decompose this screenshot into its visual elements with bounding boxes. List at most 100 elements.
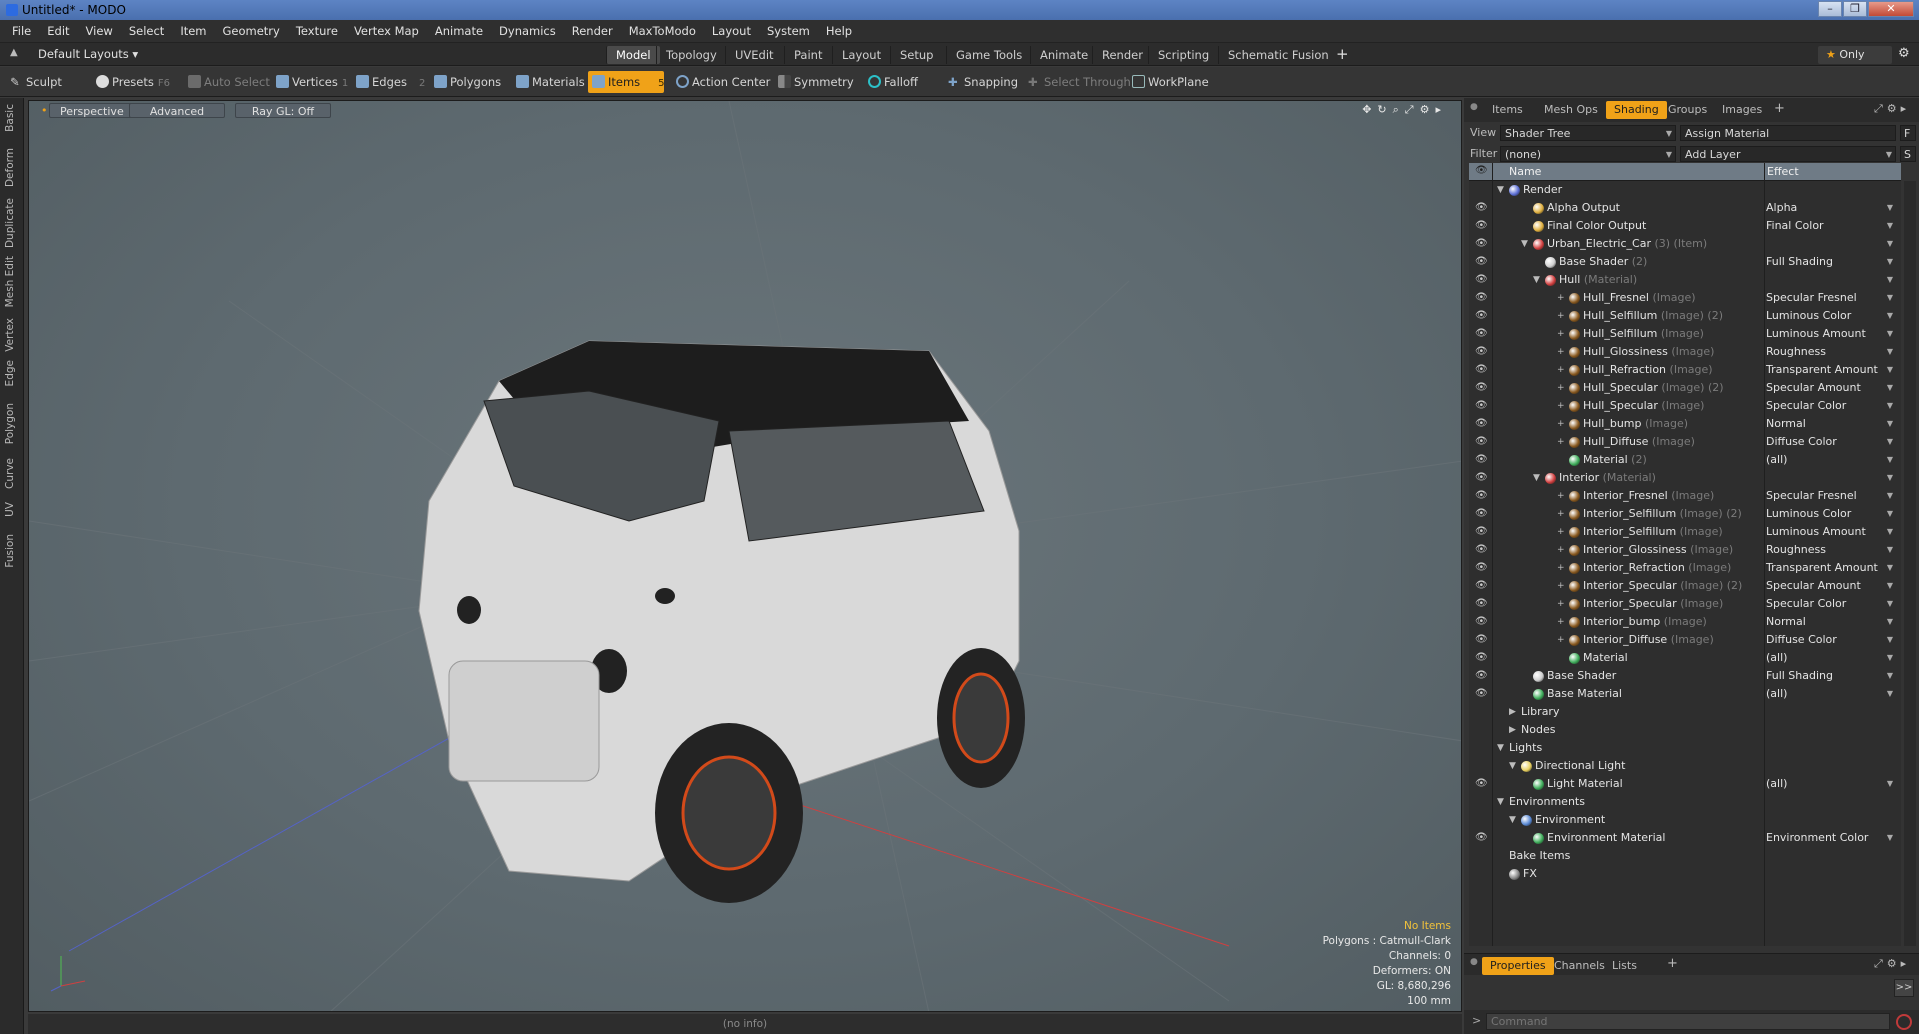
workplane-button[interactable]: WorkPlane: [1128, 71, 1215, 93]
tree-item-effect[interactable]: Specular Color ▼: [1766, 397, 1899, 415]
bottom-tab-channels[interactable]: Channels: [1546, 957, 1613, 975]
tree-item-effect[interactable]: Specular Color ▼: [1766, 595, 1899, 613]
filter-dropdown[interactable]: (none) ▼: [1500, 146, 1676, 162]
tree-item-effect[interactable]: Luminous Color ▼: [1766, 505, 1899, 523]
expand-plus-icon[interactable]: +: [1557, 397, 1567, 415]
add-layout-button[interactable]: +: [1336, 45, 1349, 63]
tree-row[interactable]: ▼ Environments: [1469, 793, 1901, 811]
left-tab-polygon[interactable]: Polygon: [4, 403, 20, 444]
tree-item-effect[interactable]: Specular Fresnel ▼: [1766, 487, 1899, 505]
assign-material-field[interactable]: Assign Material: [1680, 125, 1896, 141]
tree-row[interactable]: 👁 + Interior_Selfillum (Image) (2) Luminous…: [1469, 505, 1901, 523]
materials-button[interactable]: Materials: [512, 71, 591, 93]
expand-arrow-icon[interactable]: ▶: [1509, 721, 1519, 739]
tree-row[interactable]: 👁 + Hull_Selfillum (Image) Luminous Amount ▼: [1469, 325, 1901, 343]
tree-item-effect[interactable]: Environment Color ▼: [1766, 829, 1899, 847]
left-tab-fusion[interactable]: Fusion: [4, 534, 20, 568]
tree-item-effect[interactable]: (all) ▼: [1766, 775, 1899, 793]
maximize-button[interactable]: ❐: [1843, 1, 1867, 17]
expand-plus-icon[interactable]: +: [1557, 559, 1567, 577]
default-layouts-dropdown[interactable]: Default Layouts ▾: [38, 47, 138, 61]
panel-tab-shading[interactable]: Shading: [1606, 101, 1667, 119]
expand-arrow-icon[interactable]: ▼: [1533, 469, 1543, 487]
panel-options-icons[interactable]: ⤢⚙▸: [1874, 102, 1910, 116]
tree-row[interactable]: 👁 Light Material (all) ▼: [1469, 775, 1901, 793]
select-through-button[interactable]: ✚ Select Through: [1024, 71, 1137, 93]
tree-row[interactable]: 👁 + Hull_Refraction (Image) Transparent Amo…: [1469, 361, 1901, 379]
gear-icon[interactable]: ⚙: [1898, 46, 1910, 61]
expand-plus-icon[interactable]: +: [1557, 631, 1567, 649]
tree-item-effect[interactable]: Transparent Amount ▼: [1766, 559, 1899, 577]
tree-item-effect[interactable]: Full Shading ▼: [1766, 667, 1899, 685]
add-bottom-tab-button[interactable]: +: [1667, 956, 1678, 971]
tree-item-effect[interactable]: (all) ▼: [1766, 685, 1899, 703]
tree-item-effect[interactable]: Specular Amount ▼: [1766, 379, 1899, 397]
tree-row[interactable]: 👁 + Interior_Glossiness (Image) Roughness ▼: [1469, 541, 1901, 559]
tree-item-effect[interactable]: Diffuse Color ▼: [1766, 433, 1899, 451]
sculpt-button[interactable]: ✎ Sculpt: [6, 71, 68, 93]
command-input[interactable]: [1486, 1013, 1890, 1030]
panel-tab-items[interactable]: Items: [1484, 101, 1531, 119]
name-column-header[interactable]: Name: [1509, 165, 1541, 178]
eye-icon[interactable]: 👁: [1475, 472, 1488, 484]
tree-item-effect[interactable]: Roughness ▼: [1766, 343, 1899, 361]
action-center-button[interactable]: Action Center: [672, 71, 776, 93]
eye-icon[interactable]: 👁: [1475, 580, 1488, 592]
expand-plus-icon[interactable]: +: [1557, 415, 1567, 433]
tree-row[interactable]: 👁 + Hull_Specular (Image) (2) Specular Amou…: [1469, 379, 1901, 397]
tab-scripting[interactable]: Scripting: [1148, 46, 1218, 64]
tree-item-effect[interactable]: Normal ▼: [1766, 415, 1899, 433]
expand-plus-icon[interactable]: +: [1557, 577, 1567, 595]
tree-row[interactable]: 👁 + Hull_Fresnel (Image) Specular Fresnel ▼: [1469, 289, 1901, 307]
tree-row[interactable]: 👁 ▼ Interior (Material) ▼: [1469, 469, 1901, 487]
raygl-button[interactable]: Ray GL: Off: [235, 103, 331, 118]
expand-arrow-icon[interactable]: ▼: [1497, 793, 1507, 811]
expand-arrow-icon[interactable]: ▼: [1509, 811, 1519, 829]
bottom-tab-properties[interactable]: Properties: [1482, 957, 1554, 975]
tree-item-effect[interactable]: Roughness ▼: [1766, 541, 1899, 559]
eye-icon[interactable]: 👁: [1475, 256, 1488, 268]
panel-tab-images[interactable]: Images: [1714, 101, 1770, 119]
tree-row[interactable]: 👁 + Interior_Refraction (Image) Transparent…: [1469, 559, 1901, 577]
expand-arrow-icon[interactable]: ▼: [1509, 757, 1519, 775]
expand-button[interactable]: >>: [1894, 979, 1914, 997]
tree-row[interactable]: 👁 + Interior_Diffuse (Image) Diffuse Color ▼: [1469, 631, 1901, 649]
add-panel-tab-button[interactable]: +: [1774, 101, 1785, 116]
tree-row[interactable]: 👁 + Interior_Fresnel (Image) Specular Fresn…: [1469, 487, 1901, 505]
eye-icon[interactable]: 👁: [1475, 292, 1488, 304]
tree-row[interactable]: 👁 Material (2) (all) ▼: [1469, 451, 1901, 469]
tree-row[interactable]: 👁 ▼ Urban_Electric_Car (3) (Item) ▼: [1469, 235, 1901, 253]
auto-select-button[interactable]: Auto Select: [184, 71, 276, 93]
items-button[interactable]: Items 5: [588, 71, 665, 93]
tree-row[interactable]: 👁 + Interior_bump (Image) Normal ▼: [1469, 613, 1901, 631]
expand-arrow-icon[interactable]: ▼: [1497, 181, 1507, 199]
menu-item[interactable]: Item: [172, 24, 214, 38]
perspective-button[interactable]: Perspective: [49, 103, 135, 118]
tree-row[interactable]: ▼ Render: [1469, 181, 1901, 199]
left-tab-curve[interactable]: Curve: [4, 458, 20, 489]
advanced-button[interactable]: Advanced: [129, 103, 225, 118]
eye-icon[interactable]: 👁: [1475, 508, 1488, 520]
left-tab-mesh-edit[interactable]: Mesh Edit: [4, 256, 20, 307]
car-model[interactable]: [418, 340, 1025, 903]
tree-item-effect[interactable]: (all) ▼: [1766, 451, 1899, 469]
expand-plus-icon[interactable]: +: [1557, 505, 1567, 523]
tree-row[interactable]: 👁 + Interior_Specular (Image) (2) Specular …: [1469, 577, 1901, 595]
left-tab-duplicate[interactable]: Duplicate: [4, 198, 20, 248]
tree-row[interactable]: ▼ Directional Light: [1469, 757, 1901, 775]
panel-menu-icon[interactable]: ●: [1470, 102, 1478, 112]
tree-row[interactable]: FX: [1469, 865, 1901, 883]
tree-row[interactable]: 👁 + Interior_Specular (Image) Specular Colo…: [1469, 595, 1901, 613]
tree-row[interactable]: 👁 Base Shader (2) Full Shading ▼: [1469, 253, 1901, 271]
snapping-button[interactable]: ✚ Snapping: [944, 71, 1024, 93]
left-tab-edge[interactable]: Edge: [4, 360, 20, 386]
menu-texture[interactable]: Texture: [288, 24, 346, 38]
eye-icon[interactable]: 👁: [1475, 562, 1488, 574]
tree-row[interactable]: 👁 + Hull_Diffuse (Image) Diffuse Color ▼: [1469, 433, 1901, 451]
tree-row[interactable]: 👁 + Hull_Specular (Image) Specular Color ▼: [1469, 397, 1901, 415]
tree-row[interactable]: ▼ Environment: [1469, 811, 1901, 829]
menu-select[interactable]: Select: [121, 24, 172, 38]
left-tab-vertex[interactable]: Vertex: [4, 318, 20, 352]
eye-icon[interactable]: 👁: [1475, 436, 1488, 448]
tree-row[interactable]: 👁 Base Material (all) ▼: [1469, 685, 1901, 703]
